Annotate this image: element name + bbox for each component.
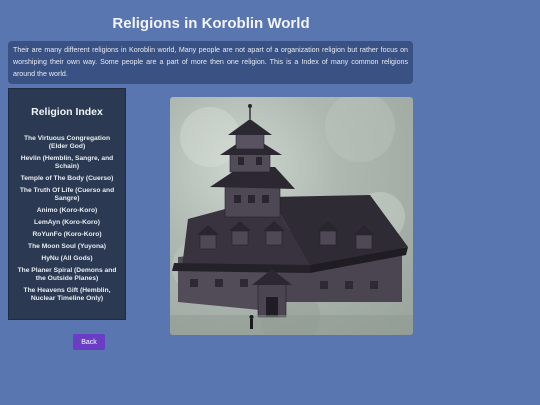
religion-link-moon-soul[interactable]: The Moon Soul (Yuyona): [14, 243, 120, 251]
person-figure: [250, 319, 253, 329]
religion-link-royunfo[interactable]: RoYunFo (Koro-Koro): [14, 231, 120, 239]
religion-link-temple-of-the-body[interactable]: Temple of The Body (Cuerso): [14, 175, 120, 183]
religion-link-virtuous-congregation[interactable]: The Virtuous Congregation (Elder God): [14, 135, 120, 151]
intro-text: Their are many different religions in Ko…: [8, 41, 413, 84]
religion-link-hynu[interactable]: HyNu (All Gods): [14, 255, 120, 263]
religion-index-list: The Virtuous Congregation (Elder God) He…: [9, 135, 125, 303]
page-title: Religions in Koroblin World: [112, 15, 310, 32]
tower-top: [235, 132, 265, 150]
religion-index-title: Religion Index: [31, 106, 103, 118]
back-button[interactable]: Back: [73, 334, 105, 350]
temple-illustration: [170, 97, 413, 335]
religion-link-hevlin[interactable]: Hevlin (Hemblin, Sangre, and Schain): [14, 155, 120, 171]
religion-link-animo[interactable]: Animo (Koro-Koro): [14, 207, 120, 215]
religion-link-truth-of-life[interactable]: The Truth Of Life (Cuerso and Sangre): [14, 187, 120, 203]
religion-link-planer-spiral[interactable]: The Planer Spiral (Demons and the Outsid…: [14, 267, 120, 283]
religion-index-sidebar: Religion Index The Virtuous Congregation…: [8, 88, 126, 320]
entrance-door: [266, 297, 278, 317]
temple-image: [170, 97, 413, 335]
religion-link-heavens-gift[interactable]: The Heavens Gift (Hemblin, Nuclear Timel…: [14, 287, 120, 303]
religion-link-lemayn[interactable]: LemAyn (Koro-Koro): [14, 219, 120, 227]
